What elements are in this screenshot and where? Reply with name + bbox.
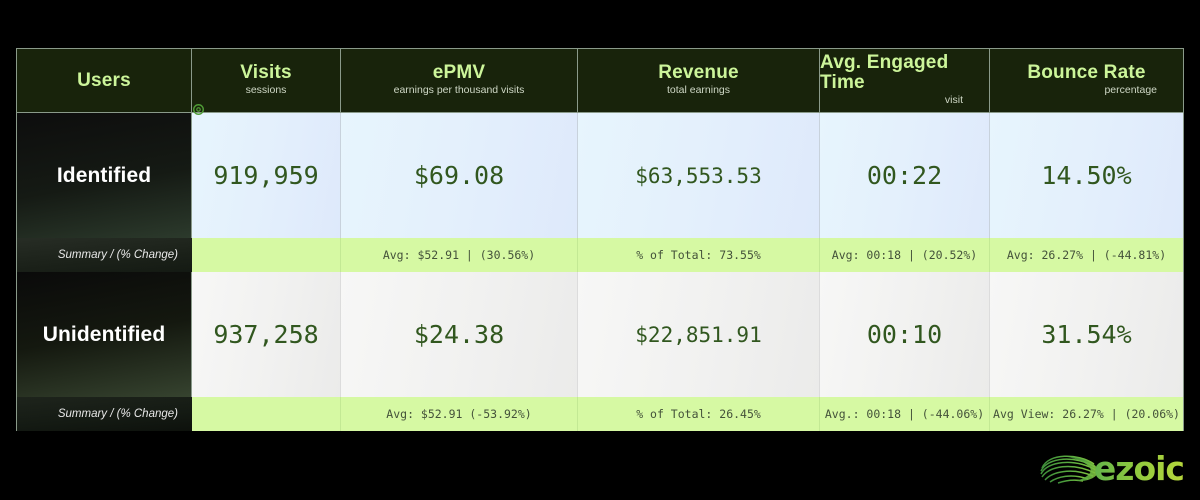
table-row-unidentified: Unidentified 937,258 $24.38 $22,851.91 0… xyxy=(16,272,1184,397)
column-header-title: Visits xyxy=(240,62,292,84)
metric-value: 14.50% xyxy=(1041,161,1132,190)
summary-row-unidentified: Summary / (% Change) Avg: $52.91 (-53.92… xyxy=(16,397,1184,431)
summary-cell-bounce-rate: Avg: 26.27% | (-44.81%) xyxy=(990,238,1184,272)
column-header-epmv[interactable]: ePMV earnings per thousand visits xyxy=(341,49,578,112)
cell-unidentified-epmv[interactable]: $24.38 xyxy=(341,272,578,397)
metric-value: 919,959 xyxy=(213,161,319,190)
cell-identified-epmv[interactable]: $69.08 xyxy=(341,113,578,238)
metric-value: 00:10 xyxy=(866,320,943,349)
ezoic-logo: ezoic xyxy=(1038,448,1185,488)
summary-cell-epmv: Avg: $52.91 | (30.56%) xyxy=(341,238,578,272)
metric-value: $63,553.53 xyxy=(635,163,762,188)
table-row-identified: Identified 919,959 $69.08 $63,553.53 00:… xyxy=(16,104,1184,238)
ezoic-wordmark: ezoic xyxy=(1093,448,1185,488)
column-header-bounce-rate[interactable]: Bounce Rate percentage xyxy=(990,49,1184,112)
cell-unidentified-bounce-rate[interactable]: 31.54% xyxy=(990,272,1184,397)
table-header-row: Users Visits sessions ePMV earnings per … xyxy=(16,48,1184,113)
cell-unidentified-engaged-time[interactable]: 00:10 xyxy=(820,272,990,397)
summary-cell-visits xyxy=(192,397,341,431)
cell-identified-engaged-time[interactable]: 00:22 xyxy=(820,113,990,238)
metric-value: 937,258 xyxy=(213,320,319,349)
column-header-title: Bounce Rate xyxy=(1027,62,1146,84)
row-label-text: Unidentified xyxy=(42,322,166,346)
cell-unidentified-revenue[interactable]: $22,851.91 xyxy=(578,272,820,397)
column-header-title: Revenue xyxy=(658,62,739,84)
summary-cell-epmv: Avg: $52.91 (-53.92%) xyxy=(341,397,578,431)
summary-cell-revenue: % of Total: 26.45% xyxy=(578,397,820,431)
column-header-subtitle: percentage xyxy=(1104,84,1157,97)
column-header-title: Users xyxy=(77,69,131,91)
column-header-title: Avg. Engaged Time xyxy=(820,52,949,94)
summary-cell-bounce-rate: Avg View: 26.27% | (20.06%) xyxy=(990,397,1184,431)
summary-cell-engaged-time: Avg: 00:18 | (20.52%) xyxy=(820,238,990,272)
column-header-revenue[interactable]: Revenue total earnings xyxy=(578,49,820,112)
column-header-title: ePMV xyxy=(432,62,486,84)
summary-cell-engaged-time: Avg.: 00:18 | (-44.06%) xyxy=(820,397,990,431)
metric-value: $69.08 xyxy=(413,161,505,190)
row-label-identified[interactable]: Identified xyxy=(16,104,204,238)
cell-unidentified-visits[interactable]: 937,258 xyxy=(192,272,341,397)
metric-value: 00:22 xyxy=(866,161,943,190)
summary-cell-visits xyxy=(192,238,341,272)
column-header-subtitle: sessions xyxy=(245,84,287,97)
metric-value: 31.54% xyxy=(1041,320,1132,349)
column-header-subtitle: visit xyxy=(944,94,963,107)
row-label-unidentified[interactable]: Unidentified xyxy=(16,272,192,397)
summary-label: Summary / (% Change) xyxy=(16,397,192,431)
metric-value: $24.38 xyxy=(413,320,505,349)
summary-row-identified: Summary / (% Change) Avg: $52.91 | (30.5… xyxy=(16,238,1184,272)
column-header-avg-engaged-time[interactable]: Avg. Engaged Time visit xyxy=(820,49,990,112)
metrics-table: Users Visits sessions ePMV earnings per … xyxy=(16,48,1184,432)
cell-identified-revenue[interactable]: $63,553.53 xyxy=(578,113,820,238)
summary-label: Summary / (% Change) xyxy=(16,238,192,272)
metric-value: $22,851.91 xyxy=(635,322,762,347)
column-header-users[interactable]: Users xyxy=(16,49,192,112)
cell-identified-visits[interactable]: 919,959 xyxy=(192,113,341,238)
cell-identified-bounce-rate[interactable]: 14.50% xyxy=(990,113,1184,238)
column-header-subtitle: earnings per thousand visits xyxy=(393,84,525,97)
column-header-visits[interactable]: Visits sessions xyxy=(192,49,341,112)
verified-circle-icon xyxy=(193,104,204,115)
column-header-subtitle: total earnings xyxy=(666,84,731,97)
row-label-text: Identified xyxy=(56,163,152,187)
summary-cell-revenue: % of Total: 73.55% xyxy=(578,238,820,272)
